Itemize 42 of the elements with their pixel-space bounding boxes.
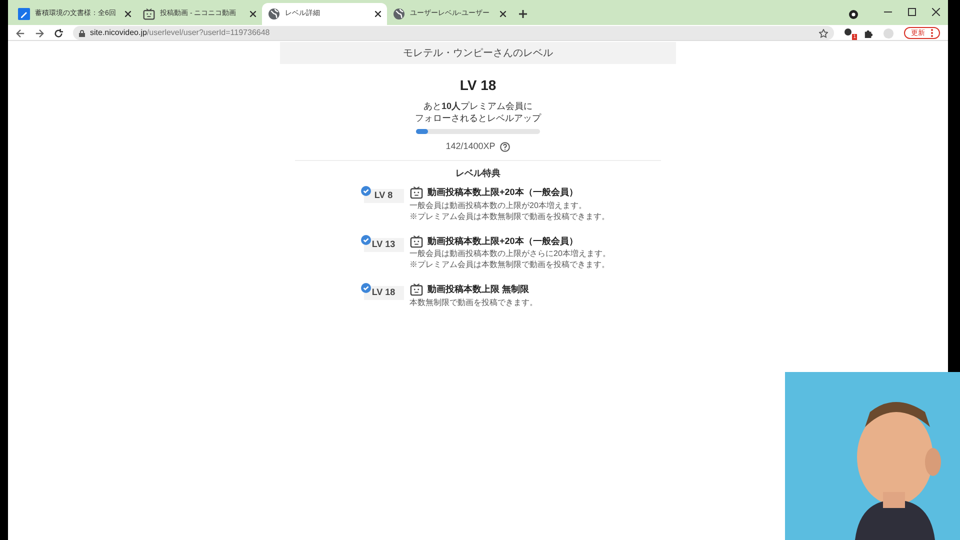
url-text: site.nicovideo.jp/userlevel/user?userId=119736648 <box>90 27 271 39</box>
perk-description: 本数無制限で動画を投稿できます。 <box>410 296 538 308</box>
reload-icon[interactable] <box>54 28 63 38</box>
tv-icon <box>143 8 155 20</box>
perks-title: レベル特典 <box>456 166 500 180</box>
tv-icon <box>410 283 422 296</box>
close-icon[interactable] <box>500 11 506 17</box>
new-tab-icon[interactable] <box>518 9 528 19</box>
back-icon[interactable] <box>16 28 25 38</box>
level-label: LV 8 <box>364 189 404 203</box>
globe-icon <box>268 8 280 20</box>
perk-description: 一般会員は動画投稿本数の上限が20本増えます。 <box>410 200 588 210</box>
level-label: LV 13 <box>364 238 404 252</box>
document-icon <box>18 8 30 20</box>
maximize-icon[interactable] <box>908 8 916 16</box>
extension-icon[interactable] <box>844 28 854 38</box>
level-title: LV 18 <box>460 76 496 95</box>
perk-title: 動画投稿本数上限+20本（一般会員） <box>428 234 578 248</box>
globe-icon <box>393 8 405 20</box>
address-bar[interactable]: site.nicovideo.jp/userlevel/user?userId=119736648 <box>73 26 834 40</box>
perk-title: 動画投稿本数上限 無制限 <box>428 283 530 296</box>
lock-icon <box>79 30 85 36</box>
puzzle-icon[interactable] <box>864 28 873 38</box>
page-header: モレテル・ウンピーさんのレベル <box>280 42 676 64</box>
level-up-message: あと10人プレミアム会員に フォローされるとレベルアップ <box>415 100 541 124</box>
star-icon[interactable] <box>819 28 828 38</box>
perk-title: 動画投稿本数上限+20本（一般会員） <box>428 186 578 199</box>
tv-icon <box>410 186 422 200</box>
close-icon[interactable] <box>125 11 131 17</box>
tv-icon <box>410 234 422 248</box>
perk-description: 一般会員は動画投稿本数の上限がさらに20本増えます。 <box>410 248 610 259</box>
xp-text: 142/1400XP <box>446 140 496 153</box>
forward-icon[interactable] <box>35 28 44 38</box>
close-window-icon[interactable] <box>932 8 940 16</box>
perk-description: ※プレミアム会員は本数無制限で動画を投稿できます。 <box>410 210 610 222</box>
level-label: LV 18 <box>364 286 404 300</box>
record-icon[interactable] <box>849 10 858 19</box>
close-icon[interactable] <box>250 11 256 17</box>
minimize-icon[interactable] <box>884 11 892 13</box>
help-icon[interactable] <box>500 142 510 152</box>
close-icon[interactable] <box>375 11 381 17</box>
perk-description: ※プレミアム会員は本数無制限で動画を投稿できます。 <box>410 259 610 270</box>
